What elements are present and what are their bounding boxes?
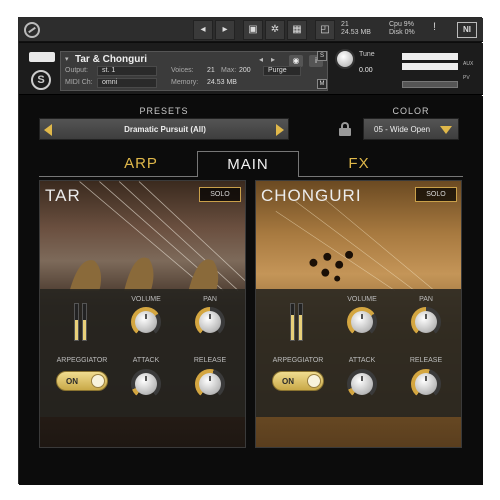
instrument-info: ▾ Tar & Chonguri ◂ ▸ ◉ i Output: st. 1 V…	[60, 51, 328, 91]
solo-header-button[interactable]: S	[317, 51, 327, 61]
top-bar: ◂ ▸ ▣ ✲ ▦ ◰ 21 24.53 MB Cpu 9% Disk 0% !…	[19, 18, 483, 42]
tar-attack-label: ATTACK	[132, 357, 160, 364]
browser-icon[interactable]: ◰	[315, 20, 335, 40]
disk-label: Disk	[389, 29, 403, 36]
warning-icon[interactable]: !	[433, 22, 436, 33]
chonguri-volume-knob[interactable]	[347, 307, 377, 337]
tar-meter-left	[74, 303, 79, 341]
tar-controls: VOLUME PAN ARPEGGIATOR ON ATTACK RELEASE	[40, 289, 245, 417]
chonguri-arp-state: ON	[282, 377, 294, 386]
cpu-label: Cpu	[389, 21, 402, 28]
color-select[interactable]: 05 - Wide Open	[363, 118, 459, 140]
level-meter-right	[402, 63, 458, 70]
lock-icon[interactable]	[339, 122, 351, 136]
tar-card: TAR SOLO VOLUME PAN ARPEGGIATOR ON ATTAC…	[39, 180, 246, 448]
disk-value: 0%	[404, 29, 415, 36]
chonguri-attack-label: ATTACK	[348, 357, 376, 364]
presets-label: PRESETS	[139, 106, 189, 116]
tar-arp-state: ON	[66, 377, 78, 386]
max-value[interactable]: 200	[239, 67, 251, 74]
color-value: 05 - Wide Open	[374, 125, 431, 134]
tar-title: TAR	[45, 186, 81, 205]
voices-stat: 21 24.53 MB	[341, 21, 371, 37]
chonguri-attack-knob[interactable]	[347, 369, 377, 399]
preset-value: Dramatic Pursuit (All)	[124, 125, 206, 134]
s-logo-icon: S	[31, 70, 51, 90]
instrument-name: Tar & Chonguri	[75, 54, 148, 65]
cpu-value: 9%	[403, 21, 414, 28]
tar-volume-knob[interactable]	[131, 307, 161, 337]
chonguri-arp-toggle[interactable]: ON	[272, 371, 324, 391]
tar-pan-knob[interactable]	[195, 307, 225, 337]
output-value: st. 1	[102, 67, 116, 74]
instrument-panel: PRESETS Dramatic Pursuit (All) COLOR 05 …	[19, 96, 483, 485]
chonguri-meter-right	[298, 303, 303, 341]
gear-icon[interactable]: ✲	[265, 20, 285, 40]
volume-slider[interactable]	[402, 81, 458, 88]
kontakt-window: ◂ ▸ ▣ ✲ ▦ ◰ 21 24.53 MB Cpu 9% Disk 0% !…	[18, 17, 483, 485]
chonguri-meter-left	[290, 303, 295, 341]
voices-count: 21	[341, 21, 349, 28]
memory-value: 24.53 MB	[207, 79, 237, 86]
voices-value: 21	[207, 67, 215, 74]
tar-release-label: RELEASE	[193, 357, 227, 364]
prev-instrument-icon[interactable]: ◂	[259, 55, 263, 64]
chonguri-card: CHONGURI SOLO VOLUME PAN ARPEGGIATOR ON …	[255, 180, 462, 448]
tune-knob[interactable]	[335, 49, 355, 69]
tar-arp-toggle[interactable]: ON	[56, 371, 108, 391]
chonguri-release-knob[interactable]	[411, 369, 441, 399]
preset-next-icon[interactable]	[276, 124, 284, 136]
tar-volume-label: VOLUME	[131, 296, 161, 303]
chonguri-controls: VOLUME PAN ARPEGGIATOR ON ATTACK RELEASE	[256, 289, 461, 417]
collapse-arrow-icon[interactable]: ▾	[65, 55, 69, 63]
tab-fx[interactable]: FX	[319, 151, 399, 177]
wrench-icon[interactable]	[29, 52, 55, 62]
color-label: COLOR	[392, 106, 430, 116]
kontakt-logo-icon[interactable]	[24, 22, 40, 38]
next-instrument-icon[interactable]: ▸	[271, 55, 275, 64]
purge-select[interactable]: Purge	[263, 66, 301, 76]
tar-pan-label: PAN	[203, 296, 217, 303]
prev-arrow-icon[interactable]: ◂	[193, 20, 213, 40]
max-label: Max:	[221, 67, 237, 74]
pv-label[interactable]: PV	[463, 75, 470, 81]
chonguri-title: CHONGURI	[261, 186, 362, 205]
preset-selector[interactable]: Dramatic Pursuit (All)	[39, 118, 289, 140]
output-select[interactable]: st. 1	[97, 66, 157, 76]
midi-value: omni	[102, 79, 118, 86]
tar-solo-button[interactable]: SOLO	[199, 187, 241, 202]
ni-logo[interactable]: NI	[457, 22, 477, 38]
keyboard-icon[interactable]: ▦	[287, 20, 307, 40]
tab-arp[interactable]: ARP	[101, 151, 181, 177]
chevron-down-icon	[440, 126, 452, 134]
chonguri-solo-button[interactable]: SOLO	[415, 187, 457, 202]
memory-stat: 24.53 MB	[341, 29, 371, 36]
save-icon[interactable]: ▣	[243, 20, 263, 40]
level-meter-left	[402, 53, 458, 60]
mute-header-button[interactable]: M	[317, 79, 327, 89]
voices-label: Voices:	[171, 67, 194, 74]
chonguri-arp-label: ARPEGGIATOR	[272, 357, 324, 364]
chonguri-release-label: RELEASE	[409, 357, 443, 364]
midi-select[interactable]: omni	[97, 78, 157, 88]
output-label: Output:	[65, 67, 88, 74]
tab-main[interactable]: MAIN	[197, 151, 299, 177]
aux-label[interactable]: AUX	[463, 61, 473, 67]
tune-label: Tune	[359, 51, 375, 58]
instrument-header: S ▾ Tar & Chonguri ◂ ▸ ◉ i Output: st. 1…	[19, 43, 483, 95]
tar-attack-knob[interactable]	[131, 369, 161, 399]
chonguri-volume-label: VOLUME	[347, 296, 377, 303]
chonguri-pan-knob[interactable]	[411, 307, 441, 337]
midi-label: MIDI Ch:	[65, 79, 93, 86]
tar-arp-label: ARPEGGIATOR	[56, 357, 108, 364]
tune-value: 0.00	[359, 67, 373, 74]
memory-label: Memory:	[171, 79, 199, 86]
tar-release-knob[interactable]	[195, 369, 225, 399]
tar-meter-right	[82, 303, 87, 341]
next-arrow-icon[interactable]: ▸	[215, 20, 235, 40]
cpu-stat: Cpu 9% Disk 0%	[389, 21, 415, 37]
purge-label: Purge	[268, 67, 287, 74]
chonguri-pan-label: PAN	[419, 296, 433, 303]
